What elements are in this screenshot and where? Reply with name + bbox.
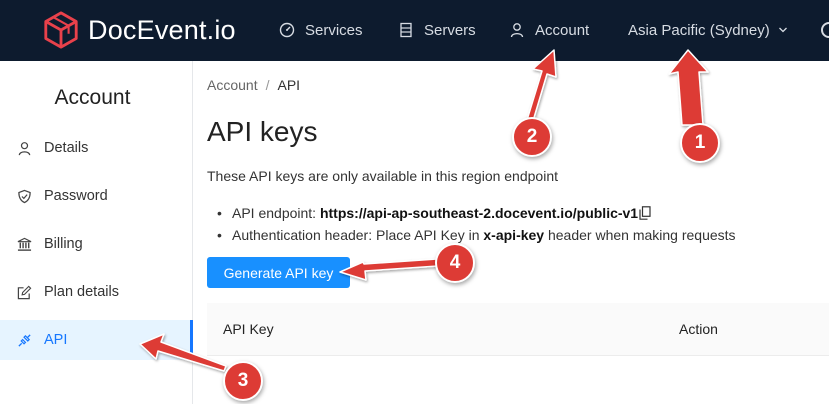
page-title: API keys (207, 116, 318, 147)
breadcrumb-current: API (277, 77, 301, 93)
cube-logo-icon (44, 11, 78, 49)
generate-api-key-button[interactable]: Generate API key (207, 257, 350, 288)
account-sidebar: Account Details Password Billing Plan de… (0, 61, 193, 404)
edit-icon (16, 284, 32, 300)
api-icon (16, 332, 32, 348)
sidebar-item-label: Billing (44, 236, 83, 252)
annotation-badge-1: 1 (680, 123, 720, 163)
nav-servers[interactable]: Servers (398, 19, 476, 41)
sidebar-item-label: Plan details (44, 284, 119, 300)
brand-logo[interactable]: DocEvent.io (42, 10, 236, 50)
sidebar-item-password[interactable]: Password (0, 176, 192, 216)
shield-icon (16, 188, 32, 204)
endpoint-url: https://api-ap-southeast-2.docevent.io/p… (319, 205, 639, 221)
user-icon (509, 22, 525, 38)
column-header-api-key: API Key (223, 321, 274, 337)
nav-servers-label: Servers (424, 21, 476, 39)
endpoint-prefix: API endpoint: (232, 205, 320, 221)
region-label: Asia Pacific (Sydney) (628, 21, 770, 39)
bank-icon (16, 236, 32, 252)
annotation-badge-3: 3 (223, 361, 263, 401)
sidebar-item-api[interactable]: API (0, 320, 193, 360)
annotation-arrow-4 (339, 258, 439, 281)
api-info-list: API endpoint: https://api-ap-southeast-2… (217, 202, 736, 246)
dashboard-icon (279, 22, 295, 38)
breadcrumb-account-link[interactable]: Account (207, 77, 258, 93)
annotation-arrow-1 (668, 49, 709, 126)
sidebar-item-label: Password (44, 188, 108, 204)
server-icon (398, 22, 414, 38)
sidebar-item-billing[interactable]: Billing (0, 224, 192, 264)
top-navigation-bar: DocEvent.io Services Servers Account Asi… (0, 0, 829, 61)
nav-services[interactable]: Services (279, 19, 363, 41)
list-item: Authentication header: Place API Key in … (217, 224, 736, 246)
auth-header-name: x-api-key (483, 227, 545, 243)
sidebar-item-details[interactable]: Details (0, 128, 192, 168)
nav-account-label: Account (535, 21, 590, 39)
sidebar-item-label: Details (44, 140, 89, 156)
copy-icon[interactable] (639, 206, 651, 220)
nav-services-label: Services (305, 21, 363, 39)
help-icon[interactable] (821, 22, 829, 38)
api-keys-table-header: API Key Action (207, 303, 829, 356)
auth-prefix: Authentication header: Place API Key in (232, 227, 484, 243)
sidebar-item-label: API (44, 332, 68, 348)
column-header-action: Action (679, 321, 718, 337)
region-selector[interactable]: Asia Pacific (Sydney) (628, 19, 788, 41)
breadcrumb: Account / API (207, 77, 300, 93)
chevron-down-icon (778, 27, 787, 33)
sidebar-title: Account (54, 86, 131, 109)
brand-name: DocEvent.io (88, 14, 236, 45)
sidebar-item-plan-details[interactable]: Plan details (0, 272, 192, 312)
annotation-badge-2: 2 (512, 117, 552, 157)
annotation-badge-4: 4 (435, 243, 475, 283)
intro-text: These API keys are only available in thi… (207, 168, 558, 184)
list-item: API endpoint: https://api-ap-southeast-2… (217, 202, 736, 224)
breadcrumb-separator: / (265, 77, 270, 93)
user-icon (16, 140, 32, 156)
nav-account[interactable]: Account (509, 19, 589, 41)
auth-suffix: header when making requests (544, 227, 736, 243)
